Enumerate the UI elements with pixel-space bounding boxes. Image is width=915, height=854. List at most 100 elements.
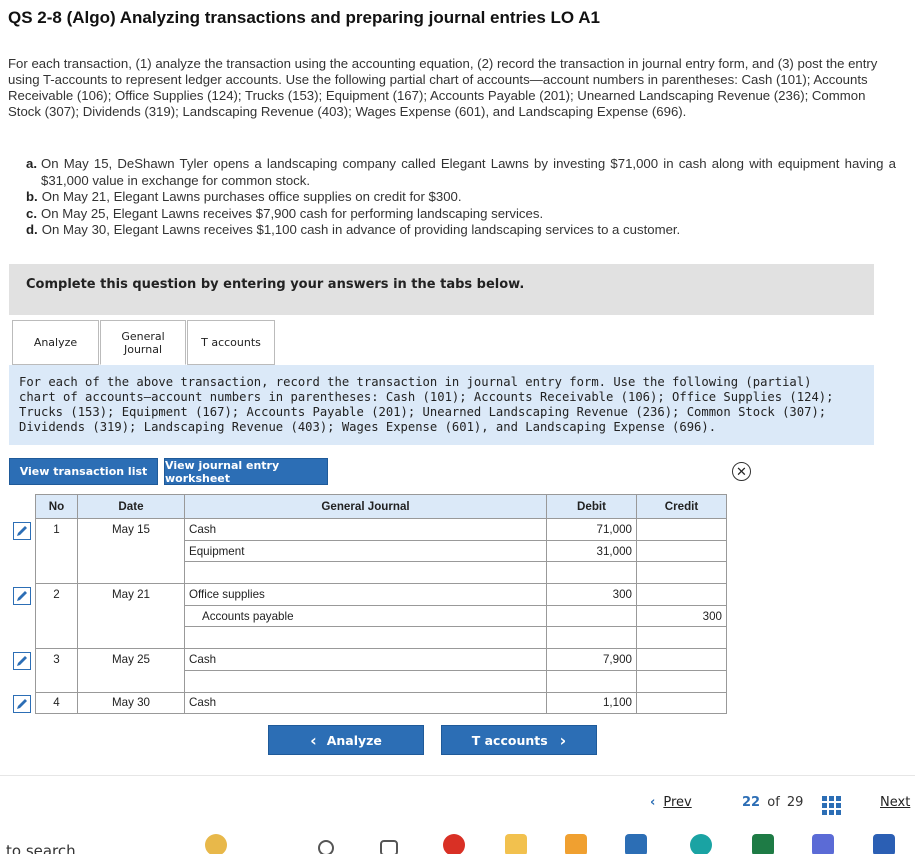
transaction-list: a. On May 15, DeShawn Tyler opens a land… [26, 156, 896, 239]
instruction-text: For each of the above transaction, recor… [19, 375, 834, 434]
account-cell [184, 561, 547, 585]
current-page: 22 [742, 795, 761, 810]
edge-icon[interactable] [690, 834, 712, 854]
word-icon[interactable] [873, 834, 895, 854]
chevron-left-icon: ‹ [310, 730, 317, 750]
account-cell: Cash [184, 691, 547, 715]
chevron-left-icon: ‹ [650, 795, 656, 810]
credit-cell [636, 648, 727, 671]
page-title: QS 2-8 (Algo) Analyzing transactions and… [8, 8, 600, 27]
intro-paragraph: For each transaction, (1) analyze the tr… [8, 56, 878, 119]
debit-cell [546, 604, 637, 628]
item-letter: c. [26, 205, 37, 221]
pencil-edit-icon[interactable] [13, 651, 31, 670]
list-item: d. On May 30, Elegant Lawns receives $1,… [26, 222, 896, 239]
list-item: a. On May 15, DeShawn Tyler opens a land… [26, 156, 896, 189]
entry-no: 2 [35, 583, 78, 650]
item-text: On May 30, Elegant Lawns receives $1,100… [41, 222, 681, 237]
account-cell [184, 669, 547, 693]
tab-analyze[interactable]: Analyze [12, 320, 99, 365]
item-letter: a. [26, 156, 37, 171]
teams-icon[interactable] [812, 834, 834, 854]
header-general-journal: General Journal [184, 494, 547, 519]
task-view-icon[interactable] [380, 840, 398, 854]
mail-icon[interactable] [625, 834, 647, 854]
list-item: b. On May 21, Elegant Lawns purchases of… [26, 189, 896, 206]
of-label: of [767, 795, 780, 810]
debit-cell: 71,000 [546, 518, 637, 541]
entry-no: 4 [35, 691, 78, 715]
entry-date: May 21 [77, 583, 185, 650]
debit-cell: 300 [546, 583, 637, 606]
tab-general-journal[interactable]: General Journal [100, 320, 186, 365]
view-transaction-list-button[interactable]: View transaction list [9, 458, 158, 485]
item-text: On May 25, Elegant Lawns receives $7,900… [41, 205, 544, 221]
next-button[interactable]: Next [880, 795, 910, 810]
debit-cell [546, 669, 637, 693]
prev-label: Prev [663, 795, 692, 810]
tab-t-accounts[interactable]: T accounts [187, 320, 275, 365]
table-row: 2 May 21 Office supplies 300 [9, 583, 727, 650]
pencil-edit-icon[interactable] [13, 695, 31, 713]
credit-cell [636, 691, 727, 715]
credit-cell [636, 626, 727, 650]
widget-icon[interactable] [205, 834, 227, 854]
page-indicator: 22 of 29 [742, 795, 803, 810]
list-item: c. On May 25, Elegant Lawns receives $7,… [26, 206, 896, 223]
credit-cell [636, 583, 727, 606]
search-icon[interactable] [318, 840, 334, 854]
entry-no: 1 [35, 517, 78, 585]
store-icon[interactable] [565, 834, 587, 854]
credit-cell [636, 518, 727, 541]
item-text: On May 15, DeShawn Tyler opens a landsca… [41, 156, 896, 188]
entry-no: 3 [35, 648, 78, 693]
debit-cell: 7,900 [546, 648, 637, 671]
close-icon[interactable]: ✕ [732, 462, 751, 481]
grid-icon[interactable] [822, 796, 841, 815]
debit-cell: 1,100 [546, 691, 637, 715]
analyze-nav-button[interactable]: ‹ Analyze [268, 725, 424, 755]
total-pages: 29 [786, 795, 804, 810]
account-cell [184, 626, 547, 650]
header-credit: Credit [636, 494, 727, 519]
folder-icon[interactable] [505, 834, 527, 854]
footer-divider [0, 775, 915, 776]
debit-cell [546, 561, 637, 585]
complete-prompt-bar: Complete this question by entering your … [9, 264, 874, 315]
item-text: On May 21, Elegant Lawns purchases offic… [41, 189, 462, 204]
table-row: 3 May 25 Cash 7,900 [9, 648, 727, 693]
header-debit: Debit [546, 494, 637, 519]
pencil-edit-icon[interactable] [13, 521, 31, 540]
debit-cell: 31,000 [546, 539, 637, 563]
credit-cell: 300 [636, 604, 727, 628]
general-journal-table: No Date General Journal Debit Credit 1 M… [9, 494, 727, 715]
chevron-right-icon: › [559, 730, 567, 750]
analyze-nav-label: Analyze [326, 732, 382, 748]
entry-date: May 15 [77, 517, 185, 585]
header-spacer [9, 494, 36, 519]
chrome-icon[interactable] [443, 834, 465, 854]
account-cell: Equipment [184, 539, 547, 563]
account-cell: Cash [184, 518, 547, 541]
t-accounts-nav-label: T accounts [471, 732, 548, 748]
account-cell: Cash [184, 648, 547, 671]
table-row: 4 May 30 Cash 1,100 [9, 691, 727, 715]
edit-cell [9, 649, 36, 692]
edit-cell [9, 692, 36, 714]
account-cell: Office supplies [184, 583, 547, 606]
edit-cell [9, 519, 36, 584]
tab-bar: Analyze General Journal T accounts [12, 320, 276, 365]
view-journal-entry-worksheet-button[interactable]: View journal entry worksheet [164, 458, 328, 485]
item-letter: b. [26, 189, 38, 204]
t-accounts-nav-button[interactable]: T accounts › [441, 725, 597, 755]
credit-cell [636, 539, 727, 563]
taskbar-search-hint[interactable]: to search [6, 842, 76, 854]
header-date: Date [77, 494, 185, 519]
credit-cell [636, 669, 727, 693]
item-letter: d. [26, 222, 38, 237]
pencil-edit-icon[interactable] [13, 586, 31, 605]
complete-prompt: Complete this question by entering your … [26, 277, 525, 292]
entry-date: May 30 [77, 691, 185, 715]
excel-icon[interactable] [752, 834, 774, 854]
prev-button[interactable]: ‹ Prev [650, 795, 692, 810]
